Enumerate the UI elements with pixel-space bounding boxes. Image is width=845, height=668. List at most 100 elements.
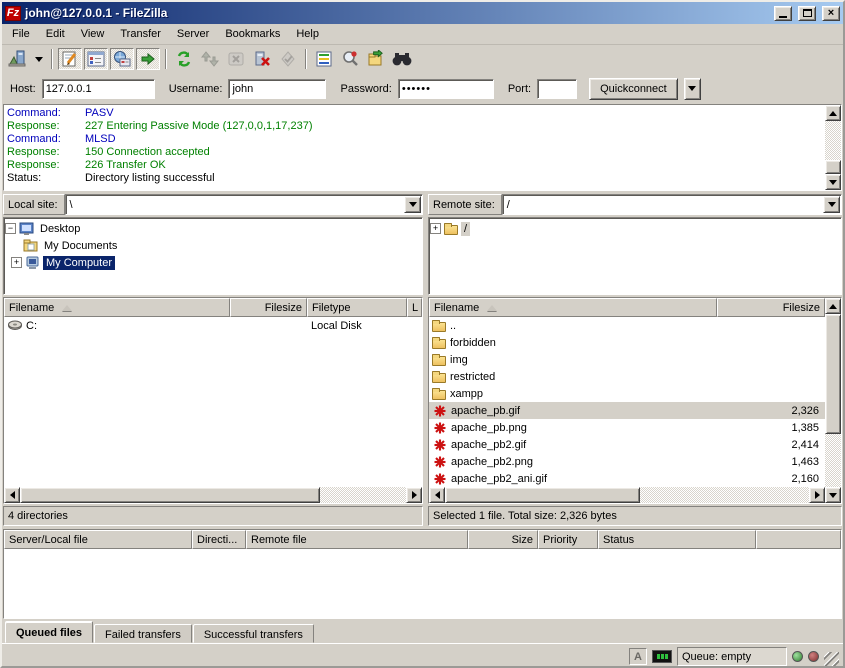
toggle-local-tree-button[interactable]	[84, 48, 108, 70]
scroll-down-button[interactable]	[825, 174, 841, 190]
local-horizontal-scrollbar[interactable]	[4, 487, 422, 503]
tree-item-my-documents[interactable]: My Documents	[5, 237, 421, 254]
remote-site-combo[interactable]: /	[502, 194, 842, 215]
column-header-direction[interactable]: Directi...	[192, 530, 246, 549]
local-site-dropdown-button[interactable]	[404, 196, 421, 213]
message-log-body[interactable]: Command:PASV Response:227 Entering Passi…	[4, 105, 825, 190]
file-row[interactable]: xampp	[429, 385, 825, 402]
scroll-left-button[interactable]	[429, 487, 445, 503]
menu-edit[interactable]: Edit	[38, 25, 73, 43]
menu-server[interactable]: Server	[169, 25, 217, 43]
remote-tree[interactable]: + /	[428, 217, 842, 295]
scroll-down-button[interactable]	[825, 487, 841, 503]
column-header-size[interactable]: Size	[468, 530, 538, 549]
file-row[interactable]: apache_pb2_ani.gif2,160	[429, 470, 825, 487]
file-row[interactable]: restricted	[429, 368, 825, 385]
site-manager-dropdown-button[interactable]	[32, 48, 46, 70]
quickconnect-button[interactable]: Quickconnect	[589, 78, 678, 100]
log-line: Response:227 Entering Passive Mode (127,…	[7, 120, 822, 133]
menu-bookmarks[interactable]: Bookmarks	[217, 25, 288, 43]
filter-button[interactable]	[312, 48, 336, 70]
port-input[interactable]	[537, 79, 577, 99]
tree-item-desktop[interactable]: − Desktop	[5, 220, 421, 237]
column-header-filename[interactable]: Filename	[4, 298, 230, 317]
scroll-thumb[interactable]	[825, 314, 841, 434]
speed-limit-icon[interactable]	[652, 650, 672, 663]
expand-icon[interactable]: +	[11, 257, 22, 268]
remote-vertical-scrollbar[interactable]	[825, 298, 841, 503]
remote-site-dropdown-button[interactable]	[823, 196, 840, 213]
column-header-remote-file[interactable]: Remote file	[246, 530, 468, 549]
site-manager-button[interactable]	[6, 48, 30, 70]
find-files-button[interactable]	[390, 48, 414, 70]
scroll-up-button[interactable]	[825, 105, 841, 121]
tab-successful-transfers[interactable]: Successful transfers	[193, 624, 314, 643]
cancel-button[interactable]	[224, 48, 248, 70]
file-row[interactable]: apache_pb.png1,385	[429, 419, 825, 436]
scroll-track[interactable]	[320, 487, 406, 503]
scroll-thumb[interactable]	[825, 160, 841, 174]
log-type: Response:	[7, 146, 85, 159]
column-header-lastmodified[interactable]: L	[407, 298, 422, 317]
minimize-button[interactable]	[774, 6, 792, 21]
toggle-remote-tree-button[interactable]	[110, 48, 134, 70]
column-header-filesize[interactable]: Filesize	[717, 298, 825, 317]
tree-item-my-computer[interactable]: + My Computer	[5, 254, 421, 271]
scroll-thumb[interactable]	[445, 487, 640, 503]
tab-queued-files[interactable]: Queued files	[5, 621, 93, 643]
column-header-server-local-file[interactable]: Server/Local file	[4, 530, 192, 549]
log-vertical-scrollbar[interactable]	[825, 105, 841, 190]
host-input[interactable]	[42, 79, 155, 99]
process-queue-button[interactable]	[198, 48, 222, 70]
tab-failed-transfers[interactable]: Failed transfers	[94, 624, 192, 643]
column-header-filesize[interactable]: Filesize	[230, 298, 307, 317]
directory-comparison-button[interactable]	[338, 48, 362, 70]
scroll-up-button[interactable]	[825, 298, 841, 314]
synchronized-browsing-button[interactable]	[364, 48, 388, 70]
scroll-right-button[interactable]	[809, 487, 825, 503]
menu-file[interactable]: File	[4, 25, 38, 43]
column-header-filetype[interactable]: Filetype	[307, 298, 407, 317]
close-button[interactable]: ×	[822, 6, 840, 21]
tree-item-root[interactable]: + /	[430, 220, 840, 237]
toggle-queue-button[interactable]	[136, 48, 160, 70]
file-row[interactable]: ..	[429, 317, 825, 334]
toggle-log-button[interactable]	[58, 48, 82, 70]
scroll-left-button[interactable]	[4, 487, 20, 503]
queue-body[interactable]	[4, 549, 841, 618]
scroll-thumb[interactable]	[20, 487, 320, 503]
maximize-button[interactable]	[798, 6, 816, 21]
reconnect-button[interactable]	[276, 48, 300, 70]
local-tree[interactable]: − Desktop My Documents + My Computer	[3, 217, 423, 295]
expand-icon[interactable]: +	[430, 223, 441, 234]
remote-horizontal-scrollbar[interactable]	[429, 487, 825, 503]
quickconnect-dropdown-button[interactable]	[684, 78, 701, 100]
remote-list-rows[interactable]: .. forbidden img restricted xampp apache…	[429, 317, 825, 487]
column-header-priority[interactable]: Priority	[538, 530, 598, 549]
password-input[interactable]	[398, 79, 494, 99]
file-row[interactable]: apache_pb2.gif2,414	[429, 436, 825, 453]
column-header-status[interactable]: Status	[598, 530, 756, 549]
resize-grip[interactable]	[824, 652, 839, 667]
ascii-data-type-indicator[interactable]: A	[629, 648, 647, 665]
disconnect-button[interactable]	[250, 48, 274, 70]
file-row[interactable]: apache_pb2.png1,463	[429, 453, 825, 470]
menu-view[interactable]: View	[73, 25, 113, 43]
file-row[interactable]: img	[429, 351, 825, 368]
column-header-filename[interactable]: Filename	[429, 298, 717, 317]
file-row-selected[interactable]: apache_pb.gif2,326	[429, 402, 825, 419]
scroll-track[interactable]	[825, 121, 841, 160]
scroll-right-button[interactable]	[406, 487, 422, 503]
scroll-track[interactable]	[640, 487, 809, 503]
refresh-button[interactable]	[172, 48, 196, 70]
title-bar[interactable]: Fz john@127.0.0.1 - FileZilla ×	[2, 2, 843, 24]
file-row-c-drive[interactable]: C: Local Disk	[4, 317, 422, 334]
file-row[interactable]: forbidden	[429, 334, 825, 351]
username-input[interactable]	[228, 79, 326, 99]
menu-transfer[interactable]: Transfer	[112, 25, 169, 43]
collapse-icon[interactable]: −	[5, 223, 16, 234]
scroll-track[interactable]	[825, 434, 841, 487]
local-site-combo[interactable]: \	[65, 194, 423, 215]
menu-help[interactable]: Help	[288, 25, 327, 43]
local-list-rows[interactable]: C: Local Disk	[4, 317, 422, 487]
